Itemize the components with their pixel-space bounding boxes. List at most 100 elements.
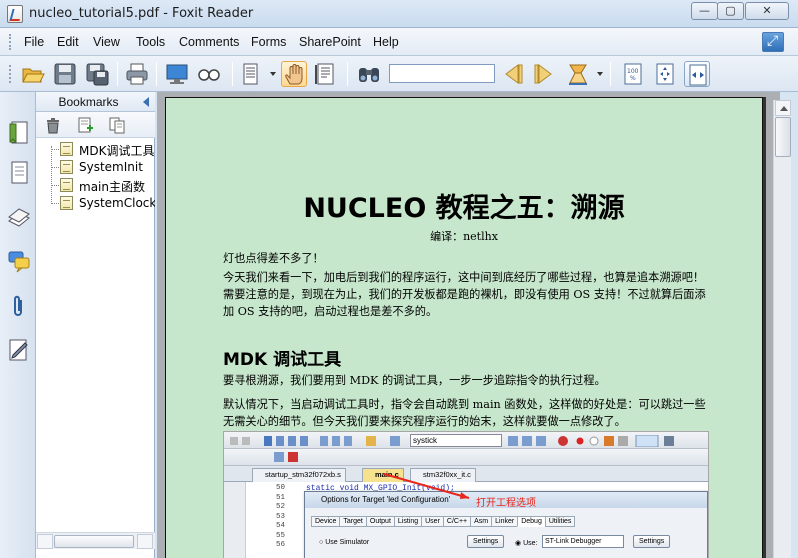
actual-size-button[interactable]: 100% — [620, 61, 646, 87]
hand-tool-button[interactable] — [281, 61, 307, 87]
fit-page-button[interactable] — [652, 61, 678, 87]
bookmark-label: MDK调试工具 — [79, 144, 155, 158]
fit-width-button[interactable] — [684, 61, 710, 87]
next-button[interactable] — [531, 61, 557, 87]
add-bookmark-icon[interactable] — [76, 116, 94, 134]
page-layout-icon — [243, 63, 258, 85]
scroll-right-icon[interactable] — [137, 534, 153, 549]
maximize-icon: ▢ — [725, 4, 736, 17]
highlight-icon — [569, 64, 587, 85]
scroll-left-icon[interactable] — [37, 534, 53, 549]
menu-bar: File Edit View Tools Comments Forms Shar… — [0, 28, 798, 56]
expand-icon[interactable] — [762, 32, 784, 52]
bookmark-item[interactable]: SystemInit — [51, 158, 155, 176]
close-button[interactable]: ✕ — [745, 2, 789, 20]
bookmark-label: SystemInit — [79, 160, 143, 174]
save-button[interactable] — [52, 61, 78, 87]
bookmarks-nav-button[interactable] — [7, 120, 31, 146]
bookmarks-header: Bookmarks — [36, 92, 155, 112]
menu-comments[interactable]: Comments — [179, 35, 239, 49]
highlight-dropdown-icon[interactable] — [597, 72, 603, 76]
bookmarks-tree: MDK调试工具 SystemInit main主函数 SystemClock_ — [36, 138, 155, 532]
scrollbar-thumb[interactable] — [54, 535, 134, 548]
print-icon — [126, 63, 148, 85]
highlight-button[interactable] — [565, 61, 591, 87]
previous-icon — [505, 64, 523, 84]
maximize-button[interactable]: ▢ — [717, 2, 744, 20]
previous-button[interactable] — [500, 61, 526, 87]
layers-icon — [8, 208, 30, 227]
layers-nav-button[interactable] — [7, 205, 31, 231]
read-mode-icon — [198, 69, 220, 81]
fit-page-icon — [656, 63, 674, 85]
scrollbar-thumb[interactable] — [775, 117, 791, 157]
menu-view[interactable]: View — [93, 35, 120, 49]
document-vertical-scrollbar[interactable] — [773, 100, 791, 558]
bookmark-page-icon — [60, 142, 73, 156]
comments-icon — [8, 251, 30, 273]
select-text-button[interactable] — [312, 61, 338, 87]
window-title: nucleo_tutorial5.pdf - Foxit Reader — [29, 6, 254, 21]
bookmarks-title: Bookmarks — [58, 95, 119, 109]
minimize-icon: — — [699, 4, 710, 17]
attachments-icon — [14, 295, 22, 316]
find-input[interactable] — [389, 64, 495, 83]
document-view[interactable]: NUCLEO 教程之五：溯源 编译：netlhx 灯也点得差不多了！ 今天我们来… — [157, 92, 780, 558]
add-child-bookmark-icon[interactable] — [108, 116, 126, 134]
pdf-page[interactable]: NUCLEO 教程之五：溯源 编译：netlhx 灯也点得差不多了！ 今天我们来… — [165, 97, 763, 558]
bookmarks-panel: Bookmarks MDK调试工具 SystemInit main主函数 Sys… — [36, 92, 155, 558]
bookmarks-toolbar — [36, 112, 155, 138]
menu-file[interactable]: File — [24, 35, 44, 49]
document-translator: 编译：netlhx — [430, 230, 498, 243]
delete-bookmark-icon[interactable] — [44, 116, 62, 134]
select-text-icon — [315, 63, 334, 85]
bookmark-page-icon — [60, 178, 73, 192]
read-mode-button[interactable] — [196, 61, 222, 87]
find-icon — [359, 68, 379, 82]
save-as-icon — [86, 63, 109, 86]
bookmark-item[interactable]: SystemClock_ — [51, 194, 155, 212]
bookmark-item[interactable]: MDK调试工具 — [51, 140, 155, 158]
open-button[interactable] — [20, 61, 46, 87]
pages-icon — [11, 161, 28, 184]
menu-edit[interactable]: Edit — [57, 35, 79, 49]
bookmark-item[interactable]: main主函数 — [51, 176, 155, 194]
annotation-label: 打开工程选项 — [476, 498, 536, 509]
menu-sharepoint[interactable]: SharePoint — [299, 35, 361, 49]
actual-size-icon: 100% — [624, 63, 642, 85]
comments-nav-button[interactable] — [7, 249, 31, 275]
signatures-nav-button[interactable] — [7, 337, 31, 363]
open-icon — [22, 68, 45, 83]
collapse-panel-icon[interactable] — [143, 97, 149, 107]
bookmark-page-icon — [60, 160, 73, 174]
svg-text:%: % — [630, 75, 636, 82]
menu-help[interactable]: Help — [373, 35, 399, 49]
paragraph: 今天我们来看一下，加电后到我们的程序运行，这中间到底经历了哪些过程，也算是追本溯… — [223, 271, 706, 318]
bookmarks-horizontal-scrollbar[interactable] — [36, 532, 155, 549]
paragraph: 默认情况下，当启动调试工具时，指令会自动跳到 main 函数处，这样做的好处是：… — [223, 398, 706, 428]
section-heading: MDK 调试工具 — [223, 350, 342, 370]
scroll-up-icon[interactable] — [775, 100, 791, 116]
minimize-button[interactable]: — — [691, 2, 718, 20]
menu-tools[interactable]: Tools — [136, 35, 165, 49]
embedded-ide-screenshot: systick ation startup_stm32f072xb.s main… — [223, 431, 709, 558]
toolbar: 100% — [0, 56, 798, 92]
attachments-nav-button[interactable] — [7, 294, 31, 320]
svg-text:100: 100 — [627, 68, 639, 75]
paragraph: 灯也点得差不多了！ — [223, 252, 324, 265]
print-button[interactable] — [124, 61, 150, 87]
page-layout-dropdown-icon[interactable] — [270, 72, 276, 76]
annotation-arrow — [383, 473, 470, 499]
close-icon: ✕ — [762, 4, 772, 17]
pages-nav-button[interactable] — [7, 160, 31, 186]
find-button[interactable] — [356, 61, 382, 87]
toolbar-grip[interactable] — [9, 65, 13, 83]
fullscreen-button[interactable] — [164, 61, 190, 87]
document-title: NUCLEO 教程之五：溯源 — [303, 193, 625, 224]
title-bar: nucleo_tutorial5.pdf - Foxit Reader — ▢ … — [0, 0, 798, 28]
menu-forms[interactable]: Forms — [251, 35, 286, 49]
save-as-button[interactable] — [84, 61, 110, 87]
paragraph: 要寻根溯源，我们要用到 MDK 的调试工具，一步一步追踪指令的执行过程。 — [223, 374, 606, 387]
menu-grip[interactable] — [9, 34, 13, 50]
page-layout-button[interactable] — [238, 61, 264, 87]
